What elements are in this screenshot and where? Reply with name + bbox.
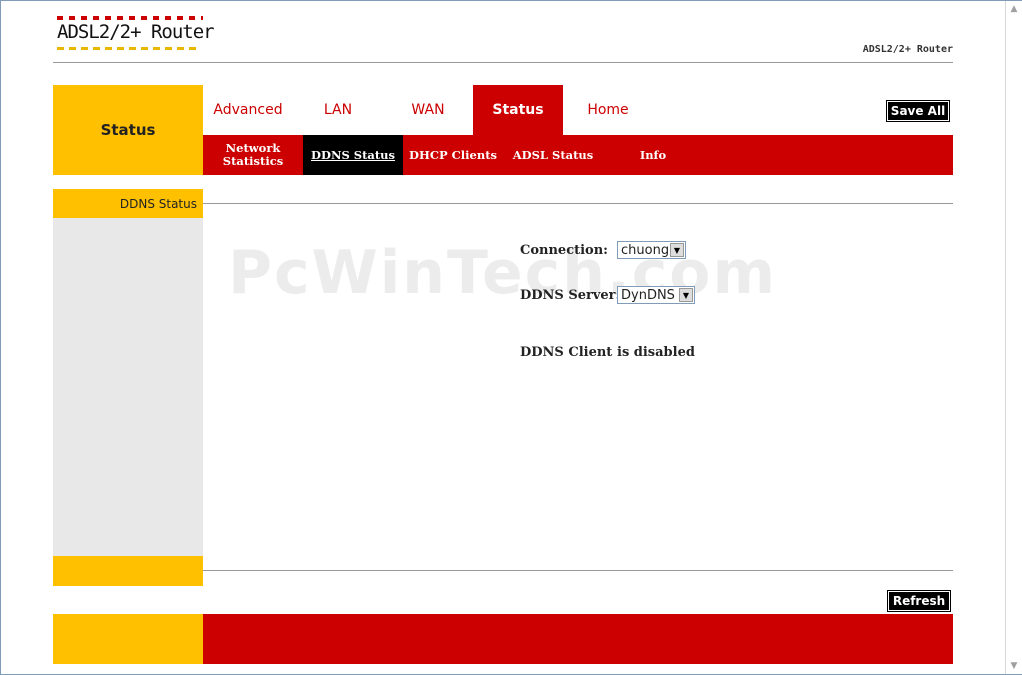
- subnav-ddns-status[interactable]: DDNS Status: [303, 135, 403, 175]
- tab-advanced[interactable]: Advanced: [203, 85, 293, 135]
- tab-home[interactable]: Home: [563, 85, 653, 135]
- subnav-adsl-status[interactable]: ADSL Status: [503, 135, 603, 175]
- content-divider-top: [203, 203, 953, 204]
- save-all-button[interactable]: Save All: [886, 100, 950, 122]
- connection-label: Connection:: [520, 243, 608, 258]
- tab-wan[interactable]: WAN: [383, 85, 473, 135]
- footer-left-block: [53, 614, 203, 664]
- logo-text: ADSL2/2+ Router: [57, 21, 215, 43]
- ddns-server-select[interactable]: DynDNS ▼: [617, 286, 695, 304]
- scroll-up-arrow-icon[interactable]: ▲: [1007, 2, 1021, 16]
- subnav-dhcp-clients[interactable]: DHCP Clients: [403, 135, 503, 175]
- connection-select-value: chuong: [621, 242, 670, 258]
- logo-bottom-dashes: [57, 47, 197, 50]
- header-divider: [53, 62, 953, 63]
- chevron-down-icon[interactable]: ▼: [679, 288, 693, 302]
- content-divider-bottom: [203, 570, 953, 571]
- chevron-down-icon[interactable]: ▼: [670, 243, 684, 257]
- vertical-scrollbar[interactable]: ▲ ▼: [1005, 1, 1022, 674]
- ddns-client-label: DDNS Client: [520, 345, 613, 360]
- section-title: Status: [53, 85, 203, 175]
- sub-nav: Network Statistics DDNS Status DHCP Clie…: [203, 135, 953, 175]
- sidebar-footer: [53, 556, 203, 586]
- scroll-down-arrow-icon[interactable]: ▼: [1007, 659, 1021, 673]
- ddns-server-label: DDNS Server:: [520, 288, 621, 303]
- sidebar-heading: DDNS Status: [53, 189, 203, 218]
- logo-top-dashes: [57, 16, 203, 20]
- connection-select[interactable]: chuong ▼: [617, 241, 686, 259]
- subnav-info[interactable]: Info: [603, 135, 703, 175]
- ddns-client-status: is disabled: [617, 345, 695, 360]
- sidebar-panel: [53, 218, 203, 556]
- subnav-network-statistics[interactable]: Network Statistics: [203, 135, 303, 175]
- tab-lan[interactable]: LAN: [293, 85, 383, 135]
- ddns-server-select-value: DynDNS: [621, 287, 675, 303]
- footer-right-block: [203, 614, 953, 664]
- tab-status[interactable]: Status: [473, 85, 563, 135]
- refresh-button[interactable]: Refresh: [887, 590, 951, 612]
- product-name: ADSL2/2+ Router: [862, 44, 953, 55]
